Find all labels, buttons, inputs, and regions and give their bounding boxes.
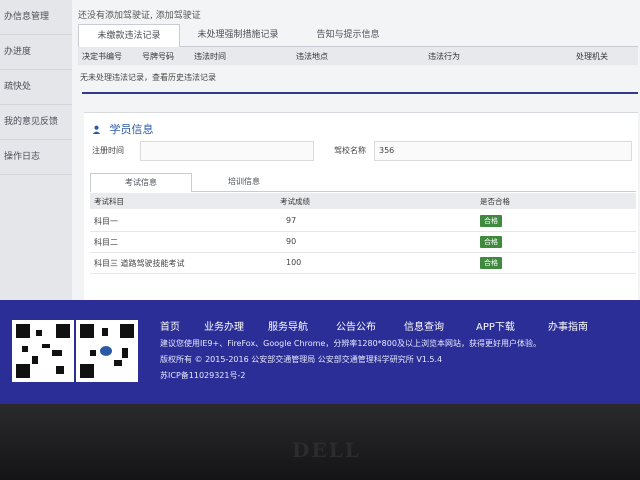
footer-nav-guide[interactable]: 办事指南 [548,318,588,333]
col-violation-act: 违法行为 [428,52,460,61]
col-authority: 处理机关 [576,52,608,61]
tab-enforcement-records[interactable]: 未处理强制措施记录 [182,24,294,46]
school-name-field: 356 [374,141,632,161]
pass-badge: 合格 [480,236,502,248]
tab-unpaid-violations[interactable]: 未缴款违法记录 [78,24,180,47]
tab-exam-info[interactable]: 考试信息 [90,173,192,192]
student-info-label: 学员信息 [109,123,154,136]
footer-nav-announcement[interactable]: 公告公布 [336,318,376,333]
footer-nav-query[interactable]: 信息查询 [404,318,444,333]
col-plate-no: 号牌号码 [142,52,174,61]
exam-table-header: 考试科目 考试成绩 是否合格 [90,193,636,209]
col-violation-time: 违法时间 [194,52,226,61]
exam-score: 100 [286,258,302,267]
sidebar-item-log[interactable]: 操作日志 [0,140,72,175]
sidebar-item-info[interactable]: 办信息管理 [0,0,72,35]
sidebar-item-quick[interactable]: 疏快处 [0,70,72,105]
exam-subject: 科目一 [94,217,118,226]
student-info-panel: 学员信息 注册时间 驾校名称 356 考试信息 培训信息 考试科目 考试成绩 是… [84,112,638,301]
qr-code-icon [76,320,138,382]
table-row: 科目二 90 合格 [90,232,636,253]
footer-nav-home[interactable]: 首页 [160,318,180,333]
col-exam-subject: 考试科目 [94,197,124,206]
violation-empty-link[interactable]: 无未处理违法记录，查看历史违法记录 [80,72,216,83]
user-icon [92,125,101,134]
dell-logo: DELL [292,438,361,462]
student-info-title: 学员信息 [92,121,154,137]
col-pass: 是否合格 [480,197,510,206]
browser-viewport: 办信息管理 办进度 疏快处 我的意见反馈 操作日志 还没有添加驾驶证, 添加驾驶… [0,0,640,404]
col-violation-place: 违法地点 [296,52,328,61]
exam-score: 97 [286,216,297,225]
tab-training-info[interactable]: 培训信息 [194,173,294,191]
register-time-field [140,141,314,161]
main-content: 还没有添加驾驶证, 添加驾驶证 未缴款违法记录 未处理强制措施记录 告知与提示信… [72,0,640,301]
footer-nav-service[interactable]: 服务导航 [268,318,308,333]
violation-tabs: 未缴款违法记录 未处理强制措施记录 告知与提示信息 [78,24,638,47]
sidebar-item-progress[interactable]: 办进度 [0,35,72,70]
student-tabs: 考试信息 培训信息 [90,173,636,192]
pass-badge: 合格 [480,215,502,227]
add-license-notice[interactable]: 还没有添加驾驶证, 添加驾驶证 [78,8,201,21]
site-footer: 首页 业务办理 服务导航 公告公布 信息查询 APP下载 办事指南 建议您使用I… [0,300,640,404]
sidebar: 办信息管理 办进度 疏快处 我的意见反馈 操作日志 [0,0,73,300]
school-name-label: 驾校名称 [334,146,366,155]
exam-score: 90 [286,237,297,246]
exam-subject: 科目二 [94,238,118,247]
table-row: 科目一 97 合格 [90,211,636,232]
browser-recommendation: 建议您使用IE9+、FireFox、Google Chrome，分辨率1280*… [160,339,541,348]
pass-badge: 合格 [480,257,502,269]
section-divider [82,92,638,94]
exam-subject: 科目三 道路驾驶技能考试 [94,259,185,268]
qr-code-icon [12,320,74,382]
table-row: 科目三 道路驾驶技能考试 100 合格 [90,253,636,274]
footer-nav-app[interactable]: APP下载 [476,318,515,333]
violation-table-header: 决定书编号 号牌号码 违法时间 违法地点 违法行为 处理机关 [78,47,638,65]
col-decision-no: 决定书编号 [82,52,122,61]
tab-notifications[interactable]: 告知与提示信息 [298,24,398,46]
register-time-label: 注册时间 [92,146,124,155]
icp-number[interactable]: 苏ICP备11029321号-2 [160,370,245,381]
school-name-value: 356 [379,146,395,155]
sidebar-item-feedback[interactable]: 我的意见反馈 [0,105,72,140]
copyright-text: 版权所有 © 2015-2016 公安部交通管理局 公安部交通管理科学研究所 V… [160,355,443,364]
footer-nav-business[interactable]: 业务办理 [204,318,244,333]
col-exam-score: 考试成绩 [280,197,310,206]
